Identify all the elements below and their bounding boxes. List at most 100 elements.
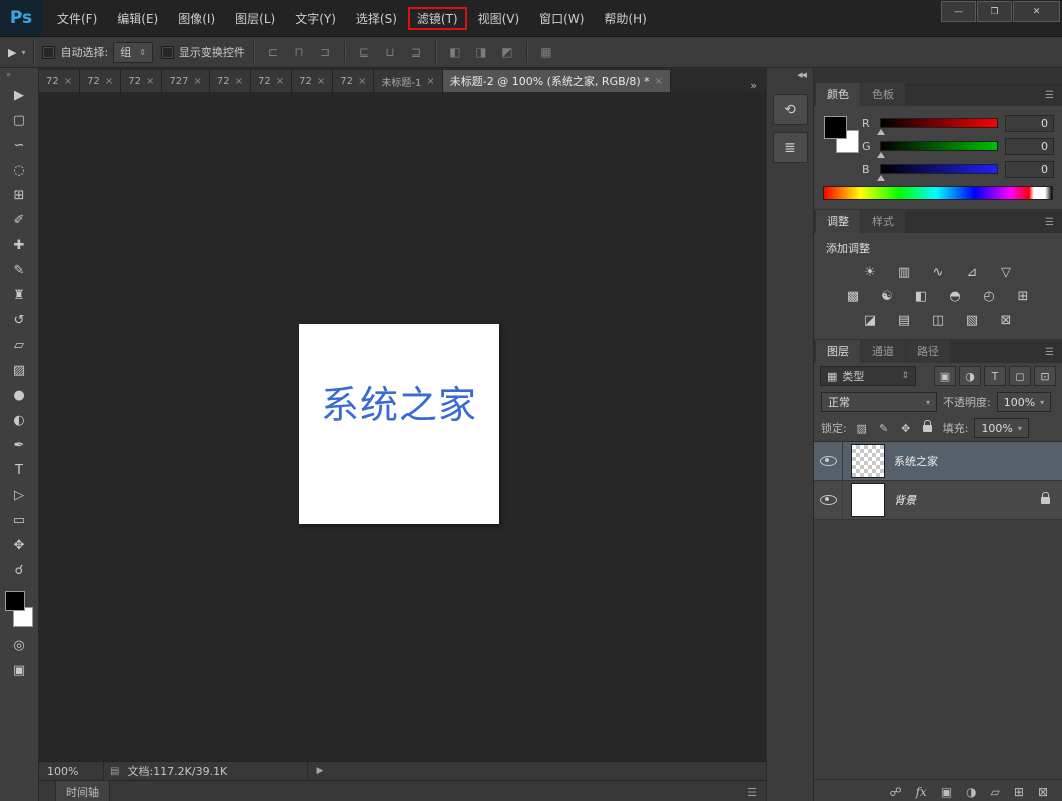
canvas-area[interactable]: 系统之家	[39, 92, 766, 761]
threshold-adjustment-icon[interactable]: ◫	[927, 311, 949, 329]
invert-adjustment-icon[interactable]: ◪	[859, 311, 881, 329]
expand-panels-icon[interactable]: ◀◀	[797, 68, 813, 87]
auto-align-icon[interactable]: ▦	[535, 42, 557, 62]
close-button[interactable]: ✕	[1013, 1, 1060, 22]
blur-tool-button[interactable]: ●	[4, 383, 34, 408]
restore-button[interactable]: ❐	[977, 1, 1012, 22]
filter-type-layers-icon[interactable]: T	[984, 366, 1006, 386]
timeline-menu-icon[interactable]: ☰	[747, 786, 766, 799]
tab-styles[interactable]: 样式	[861, 210, 905, 233]
move-tool-button[interactable]: ▶	[4, 83, 34, 108]
filter-adjustment-layers-icon[interactable]: ◑	[959, 366, 981, 386]
green-value-field[interactable]: 0	[1005, 138, 1054, 155]
close-icon[interactable]: ×	[655, 76, 663, 87]
tab-channels[interactable]: 通道	[861, 340, 905, 363]
menu-help[interactable]: 帮助(H)	[595, 7, 655, 30]
close-icon[interactable]: ×	[358, 76, 366, 87]
menu-select[interactable]: 选择(S)	[347, 7, 406, 30]
opacity-dropdown[interactable]: 100% ▾	[997, 392, 1051, 412]
align-icon-2[interactable]: ⊒	[405, 42, 427, 62]
tab-layers[interactable]: 图层	[816, 340, 860, 363]
foreground-background-swatches[interactable]	[4, 589, 34, 629]
healing-brush-tool-button[interactable]: ✚	[4, 233, 34, 258]
layer-row-background[interactable]: 背景	[814, 481, 1062, 520]
distribute-icon-2[interactable]: ◩	[496, 42, 518, 62]
channel-mixer-adjustment-icon[interactable]: ◴	[978, 287, 1000, 305]
red-slider[interactable]	[880, 118, 998, 128]
document-tab[interactable]: 72 ×	[210, 70, 251, 92]
filter-smart-object-icon[interactable]: ⊡	[1034, 366, 1056, 386]
document-text-layer[interactable]: 系统之家	[299, 374, 499, 429]
close-icon[interactable]: ×	[276, 76, 284, 87]
eyedropper-tool-button[interactable]: ✐	[4, 208, 34, 233]
layer-style-fx-icon[interactable]: fx	[916, 785, 927, 799]
document-tab[interactable]: 727 ×	[162, 70, 209, 92]
layer-visibility-toggle[interactable]	[814, 442, 843, 480]
close-icon[interactable]: ×	[105, 76, 113, 87]
align-icon-0[interactable]: ⊑	[353, 42, 375, 62]
tab-swatches[interactable]: 色板	[861, 83, 905, 106]
menu-edit[interactable]: 编辑(E)	[108, 7, 167, 30]
clone-stamp-tool-button[interactable]: ♜	[4, 283, 34, 308]
brightness-contrast-adjustment-icon[interactable]: ☀	[859, 263, 881, 281]
layer-name[interactable]: 背景	[894, 492, 916, 508]
lock-position-icon[interactable]: ✥	[897, 420, 915, 437]
green-slider[interactable]	[880, 141, 998, 151]
posterize-adjustment-icon[interactable]: ▤	[893, 311, 915, 329]
color-lookup-adjustment-icon[interactable]: ⊞	[1012, 287, 1034, 305]
gradient-map-adjustment-icon[interactable]: ▧	[961, 311, 983, 329]
auto-select-checkbox[interactable]	[42, 46, 55, 59]
close-icon[interactable]: ×	[426, 76, 434, 87]
vibrance-adjustment-icon[interactable]: ▽	[995, 263, 1017, 281]
new-adjustment-layer-icon[interactable]: ◑	[966, 785, 976, 799]
document-tab[interactable]: 72 ×	[39, 70, 80, 92]
document-tab[interactable]: 72 ×	[292, 70, 333, 92]
document-canvas[interactable]: 系统之家	[299, 324, 499, 524]
document-tab-untitled-1[interactable]: 未标题-1 ×	[374, 70, 442, 92]
menu-filter-highlighted[interactable]: 滤镜(T)	[408, 7, 467, 30]
menu-image[interactable]: 图像(I)	[169, 7, 224, 30]
dodge-tool-button[interactable]: ◐	[4, 408, 34, 433]
lasso-tool-button[interactable]: ∽	[4, 133, 34, 158]
tab-paths[interactable]: 路径	[906, 340, 950, 363]
pen-tool-button[interactable]: ✒	[4, 433, 34, 458]
timeline-tab[interactable]: 时间轴	[55, 780, 110, 801]
lock-all-icon[interactable]	[919, 420, 937, 437]
zoom-level-field[interactable]: 100%	[39, 762, 104, 780]
foreground-color-swatch[interactable]	[5, 591, 25, 611]
document-tab[interactable]: 72 ×	[80, 70, 121, 92]
rectangle-tool-button[interactable]: ▭	[4, 508, 34, 533]
auto-select-dropdown[interactable]: 组 ⇕	[113, 42, 153, 63]
tab-adjustments[interactable]: 调整	[816, 210, 860, 233]
status-expand-icon[interactable]: ▶	[308, 766, 331, 776]
toolbar-collapse-icon[interactable]: »	[0, 68, 11, 83]
blue-value-field[interactable]: 0	[1005, 161, 1054, 178]
exposure-adjustment-icon[interactable]: ⊿	[961, 263, 983, 281]
foreground-color-swatch[interactable]	[824, 116, 847, 139]
green-slider-thumb[interactable]	[877, 152, 885, 158]
layer-row-selected[interactable]: 系统之家	[814, 442, 1062, 481]
red-value-field[interactable]: 0	[1005, 115, 1054, 132]
color-swatches-widget[interactable]	[822, 114, 862, 160]
levels-adjustment-icon[interactable]: ▥	[893, 263, 915, 281]
blend-mode-dropdown[interactable]: 正常 ▾	[821, 392, 937, 412]
screen-mode-button[interactable]: ▣	[4, 658, 34, 683]
menu-layer[interactable]: 图层(L)	[226, 7, 284, 30]
zoom-tool-button[interactable]: ☌	[4, 558, 34, 583]
black-white-adjustment-icon[interactable]: ◧	[910, 287, 932, 305]
document-tab[interactable]: 72 ×	[333, 70, 374, 92]
color-balance-adjustment-icon[interactable]: ☯	[876, 287, 898, 305]
properties-panel-button[interactable]: ≣	[773, 132, 808, 163]
distribute-icon-0[interactable]: ◧	[444, 42, 466, 62]
close-icon[interactable]: ×	[146, 76, 154, 87]
new-group-icon[interactable]: ▱	[991, 785, 1000, 799]
red-slider-thumb[interactable]	[877, 129, 885, 135]
show-transform-checkbox[interactable]	[161, 46, 174, 59]
document-tab-active[interactable]: 未标题-2 @ 100% (系统之家, RGB/8) * ×	[443, 70, 671, 92]
close-icon[interactable]: ×	[64, 76, 72, 87]
distribute-icon-1[interactable]: ◨	[470, 42, 492, 62]
panel-menu-icon[interactable]: ☰	[1037, 347, 1062, 358]
curves-adjustment-icon[interactable]: ∿	[927, 263, 949, 281]
selective-color-adjustment-icon[interactable]: ⊠	[995, 311, 1017, 329]
menu-type[interactable]: 文字(Y)	[286, 7, 345, 30]
